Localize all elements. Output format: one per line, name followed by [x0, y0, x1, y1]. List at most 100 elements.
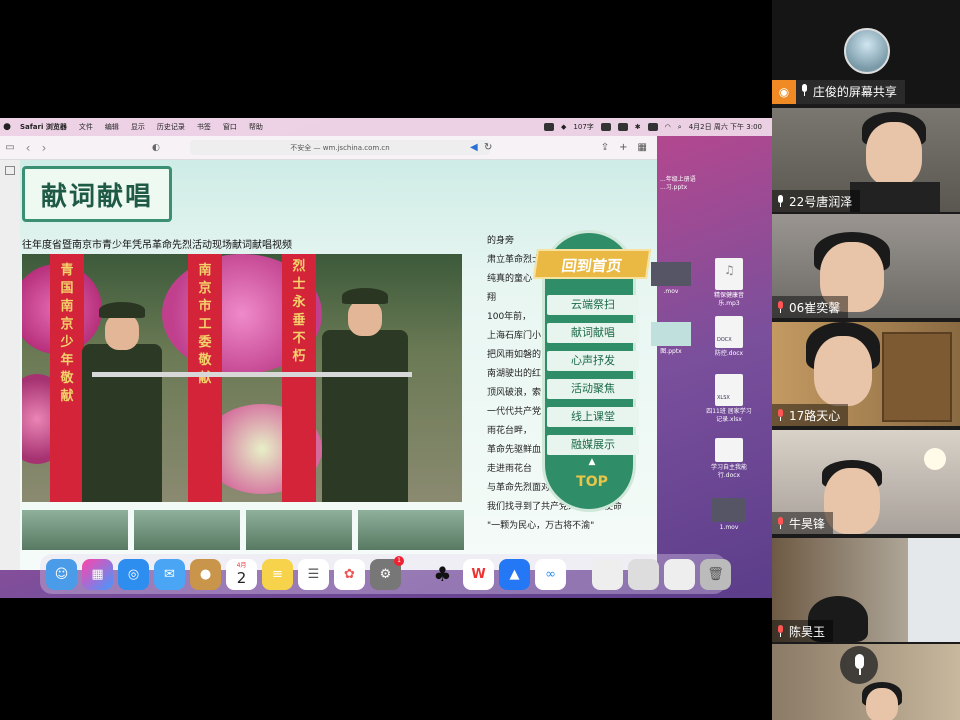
contacts-icon[interactable]: ● [190, 558, 221, 590]
desktop-file[interactable]: DOCX 防控.docx [704, 316, 754, 358]
participant-name: 06崔奕馨 [789, 300, 841, 315]
desktop-file[interactable]: 学习自主我能行.docx [704, 438, 754, 480]
thumbnail[interactable] [22, 510, 128, 550]
datetime[interactable]: 4月2日 周六 下午 3:00 [689, 122, 762, 132]
nav-poem-recital[interactable]: 献词献唱 [547, 323, 639, 343]
participant-face [866, 688, 898, 720]
finder-icon[interactable]: ☺ [46, 558, 77, 590]
participant-name: 牛昊锋 [789, 516, 826, 531]
video-player[interactable]: 青 国 南 京 少 年 敬 献 南 京 市 工 委 敬 献 烈 士 永 垂 不 … [22, 254, 462, 502]
penguin-status-icon[interactable]: ◆ [561, 123, 566, 131]
participant-tile[interactable] [772, 644, 960, 720]
thumbnail[interactable] [246, 510, 352, 550]
bookshelf [882, 332, 952, 422]
shield-icon[interactable]: ◐ [152, 143, 160, 153]
participant-name: 22号唐润泽 [789, 194, 853, 209]
status-icon[interactable] [600, 123, 611, 131]
recent-document-icon[interactable] [628, 558, 659, 590]
participants-panel: ◉ 庄俊的屏幕共享 22号唐润泽 06崔奕馨 17路天心 牛昊锋 陈昊玉 [772, 0, 960, 720]
sidebar-toggle-icon[interactable]: ▭ [0, 136, 20, 160]
menu-help[interactable]: 帮助 [243, 122, 269, 132]
back-to-top-button[interactable]: ▲ TOP [567, 455, 617, 495]
participant-tile[interactable]: 22号唐润泽 [772, 108, 960, 212]
banner-char: 市 [198, 299, 212, 314]
back-to-home-button[interactable]: 回到首页 [532, 249, 652, 279]
launchpad-icon[interactable]: ▦ [82, 558, 113, 590]
address-bar[interactable]: 不安全 — wm.jschina.com.cn [190, 140, 490, 155]
menu-window[interactable]: 窗口 [217, 122, 243, 132]
photos-icon[interactable]: ✿ [334, 558, 365, 590]
nav-heart-voice[interactable]: 心声抒发 [547, 351, 639, 371]
banner-char: 少 [60, 335, 74, 350]
soldier-head [348, 300, 382, 336]
participant-tile[interactable]: 牛昊锋 [772, 430, 960, 534]
pptx-file-icon [651, 322, 691, 346]
reminders-icon[interactable]: ☰ [298, 558, 329, 590]
battery-icon[interactable] [647, 123, 658, 131]
file-name: 四11班 居家学习记录.xlsx [706, 408, 752, 423]
mic-muted-icon [776, 517, 785, 529]
search-icon[interactable]: ⌕ [678, 123, 682, 132]
section-logo-text: 献词献唱 [40, 181, 153, 212]
safari-icon[interactable]: ◎ [118, 558, 149, 590]
file-type-tag: DOCX [717, 337, 732, 343]
mic-muted-icon [776, 301, 785, 313]
qq-penguin-icon[interactable]: ♣ [427, 559, 458, 590]
audio-icon[interactable]: ◀ [470, 142, 478, 153]
system-preferences-icon[interactable]: ⚙ 1 [370, 555, 404, 590]
nav-cloud-tomb-sweeping[interactable]: 云端祭扫 [547, 295, 639, 315]
notes-icon[interactable]: ≡ [262, 558, 293, 590]
poem-line: "一颗为民心，万古将不渝" [487, 521, 595, 531]
thumbnail[interactable] [358, 510, 464, 550]
participant-tile[interactable]: 06崔奕馨 [772, 214, 960, 318]
mail-icon[interactable]: ✉ [154, 558, 185, 590]
menu-view[interactable]: 显示 [125, 122, 151, 132]
bluetooth-icon[interactable]: ✱ [635, 123, 641, 131]
desktop-file[interactable]: ...年级上册语 ...习.pptx [660, 176, 710, 192]
wifi-icon[interactable]: ◠ [665, 123, 671, 131]
desktop-file[interactable]: ♫ 精保健康音乐.mp3 [704, 258, 754, 308]
recent-document-icon[interactable] [664, 558, 695, 590]
share-icon[interactable]: ⇪ [601, 142, 609, 153]
calendar-day: 2 [236, 569, 247, 587]
cloud-meeting-icon[interactable]: ∞ [535, 558, 566, 590]
soldier-cap [99, 302, 145, 318]
new-tab-icon[interactable]: + [619, 142, 627, 153]
banner-char: 南 [60, 299, 74, 314]
calendar-icon[interactable]: 4月 2 [226, 558, 257, 590]
desktop-file[interactable]: 1.mov [704, 498, 754, 532]
tencent-meeting-icon[interactable]: ▲ [499, 558, 530, 590]
nav-media-showcase[interactable]: 融媒展示 [547, 435, 639, 455]
participant-name-tag: 17路天心 [772, 404, 849, 426]
trash-icon[interactable]: 🗑 [700, 558, 731, 590]
desktop-file[interactable]: 图.pptx [646, 322, 696, 356]
apple-icon[interactable]: ● [0, 122, 14, 132]
banner-char: 垂 [292, 313, 306, 328]
nav-online-class[interactable]: 线上课堂 [547, 407, 639, 427]
recent-document-icon[interactable] [592, 558, 623, 590]
forward-icon[interactable]: › [36, 141, 52, 155]
wps-office-icon[interactable]: W [463, 558, 494, 590]
menu-bookmarks[interactable]: 书签 [191, 122, 217, 132]
status-icon[interactable] [617, 123, 628, 131]
desktop-file[interactable]: XLSX 四11班 居家学习记录.xlsx [704, 374, 754, 424]
safari-toolbar: ▭ ‹ › ◐ 不安全 — wm.jschina.com.cn ◀ ↻ ⇪ + … [0, 136, 657, 160]
participant-face [814, 336, 872, 406]
tab-icon[interactable] [5, 166, 15, 175]
participant-tile[interactable]: 陈昊玉 [772, 538, 960, 642]
participant-tile[interactable]: 17路天心 [772, 322, 960, 426]
status-icon[interactable] [544, 123, 555, 131]
host-label-tag: ◉ 庄俊的屏幕共享 [772, 80, 905, 104]
mic-icon [776, 195, 785, 207]
reload-icon[interactable]: ↻ [484, 142, 492, 153]
desktop-file[interactable]: .mov [646, 262, 696, 296]
menu-file[interactable]: 文件 [73, 122, 99, 132]
menu-edit[interactable]: 编辑 [99, 122, 125, 132]
nav-activity-focus[interactable]: 活动聚焦 [547, 379, 639, 399]
back-icon[interactable]: ‹ [20, 141, 36, 155]
menu-history[interactable]: 历史记录 [151, 122, 191, 132]
host-tile[interactable]: ◉ 庄俊的屏幕共享 [772, 0, 960, 104]
menu-app-name[interactable]: Safari 浏览器 [14, 122, 73, 132]
tab-overview-icon[interactable]: ▦ [638, 142, 647, 153]
thumbnail[interactable] [134, 510, 240, 550]
